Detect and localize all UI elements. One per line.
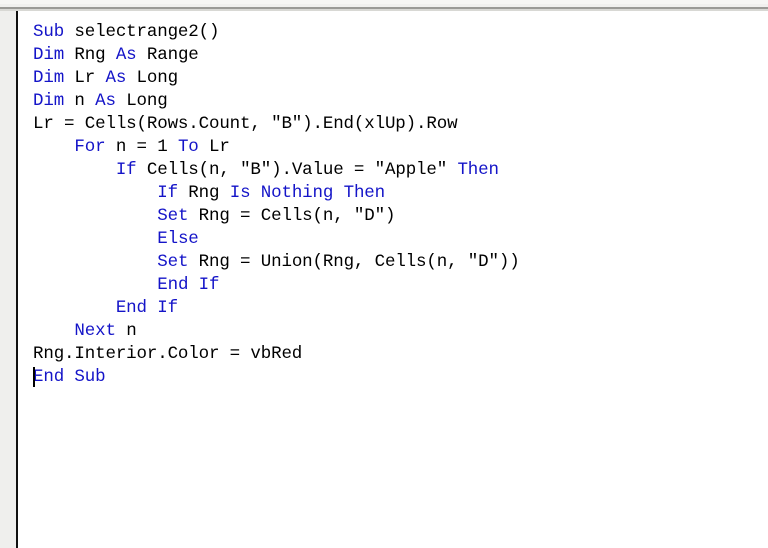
- vba-keyword: End Sub: [33, 367, 106, 387]
- code-line[interactable]: If Rng Is Nothing Then: [33, 182, 520, 205]
- code-line[interactable]: Next n: [33, 320, 520, 343]
- vba-keyword: Dim: [33, 91, 65, 111]
- vba-keyword: Sub: [33, 22, 65, 42]
- vba-keyword: As: [95, 91, 116, 111]
- vba-keyword: For: [74, 137, 106, 157]
- vba-keyword: Else: [157, 229, 199, 249]
- vba-keyword: Set: [157, 206, 189, 226]
- code-line[interactable]: ​: [33, 389, 520, 412]
- vba-keyword: End If: [115, 298, 178, 318]
- vba-text: Long: [115, 91, 168, 111]
- vba-keyword: Dim: [33, 68, 65, 88]
- vba-keyword: As: [115, 45, 137, 65]
- code-text[interactable]: Sub selectrange2() Dim Rng As Range Dim Lr…: [33, 21, 520, 412]
- vba-keyword: Next: [74, 321, 116, 341]
- vba-text: n: [115, 321, 137, 341]
- code-line[interactable]: Else: [33, 228, 520, 251]
- vba-text: n = 1: [105, 137, 178, 157]
- vba-code-editor-window: Sub selectrange2() Dim Rng As Range Dim Lr…: [0, 0, 768, 548]
- vba-text: [33, 137, 74, 157]
- code-line[interactable]: End If: [33, 297, 520, 320]
- vba-text: [33, 206, 157, 226]
- editor-margin-indicator-bar[interactable]: [0, 11, 16, 548]
- vba-text: Rng.Interior.Color = vbRed: [33, 344, 303, 364]
- vba-text: [33, 160, 116, 180]
- vba-keyword: Dim: [33, 45, 65, 65]
- vba-keyword: Set: [157, 252, 189, 272]
- vba-text: n: [64, 91, 96, 111]
- chrome-highlight: [0, 0, 768, 4]
- vba-text: [33, 229, 157, 249]
- vba-keyword: To: [177, 137, 199, 157]
- vba-text: [33, 321, 74, 341]
- code-line[interactable]: Set Rng = Union(Rng, Cells(n, "D")): [33, 251, 520, 274]
- vba-text: Lr: [198, 137, 230, 157]
- vba-keyword: Is Nothing Then: [229, 183, 385, 203]
- code-line[interactable]: Dim Lr As Long: [33, 67, 520, 90]
- vba-text: [33, 275, 157, 295]
- vba-text: Long: [126, 68, 179, 88]
- vba-keyword: If: [115, 160, 137, 180]
- vba-text: Lr: [64, 68, 106, 88]
- code-line[interactable]: Rng.Interior.Color = vbRed: [33, 343, 520, 366]
- vba-text: Range: [136, 45, 199, 65]
- code-line[interactable]: If Cells(n, "B").Value = "Apple" Then: [33, 159, 520, 182]
- vba-keyword: If: [157, 183, 178, 203]
- vba-text: [33, 252, 157, 272]
- vba-keyword: Then: [457, 160, 499, 180]
- code-line[interactable]: Set Rng = Cells(n, "D"): [33, 205, 520, 228]
- vba-text: [33, 298, 116, 318]
- vba-text: Rng = Union(Rng, Cells(n, "D")): [188, 252, 520, 272]
- code-line[interactable]: For n = 1 To Lr: [33, 136, 520, 159]
- vba-text: selectrange2(): [64, 22, 220, 42]
- code-line[interactable]: Dim n As Long: [33, 90, 520, 113]
- code-line[interactable]: Sub selectrange2(): [33, 21, 520, 44]
- code-line[interactable]: Dim Rng As Range: [33, 44, 520, 67]
- vba-text: Lr = Cells(Rows.Count, "B").End(xlUp).Ro…: [33, 114, 458, 134]
- code-line[interactable]: Lr = Cells(Rows.Count, "B").End(xlUp).Ro…: [33, 113, 520, 136]
- window-top-chrome: [0, 0, 768, 11]
- code-line[interactable]: End If: [33, 274, 520, 297]
- vba-keyword: End If: [157, 275, 220, 295]
- vba-text: [33, 183, 157, 203]
- vba-text: Rng: [177, 183, 230, 203]
- text-caret: [33, 367, 35, 387]
- code-line[interactable]: End Sub: [33, 366, 520, 389]
- vba-text: Rng: [64, 45, 116, 65]
- code-editing-surface[interactable]: Sub selectrange2() Dim Rng As Range Dim Lr…: [18, 11, 768, 548]
- vba-keyword: As: [105, 68, 127, 88]
- vba-text: Cells(n, "B").Value = "Apple": [136, 160, 458, 180]
- vba-text: Rng = Cells(n, "D"): [188, 206, 396, 226]
